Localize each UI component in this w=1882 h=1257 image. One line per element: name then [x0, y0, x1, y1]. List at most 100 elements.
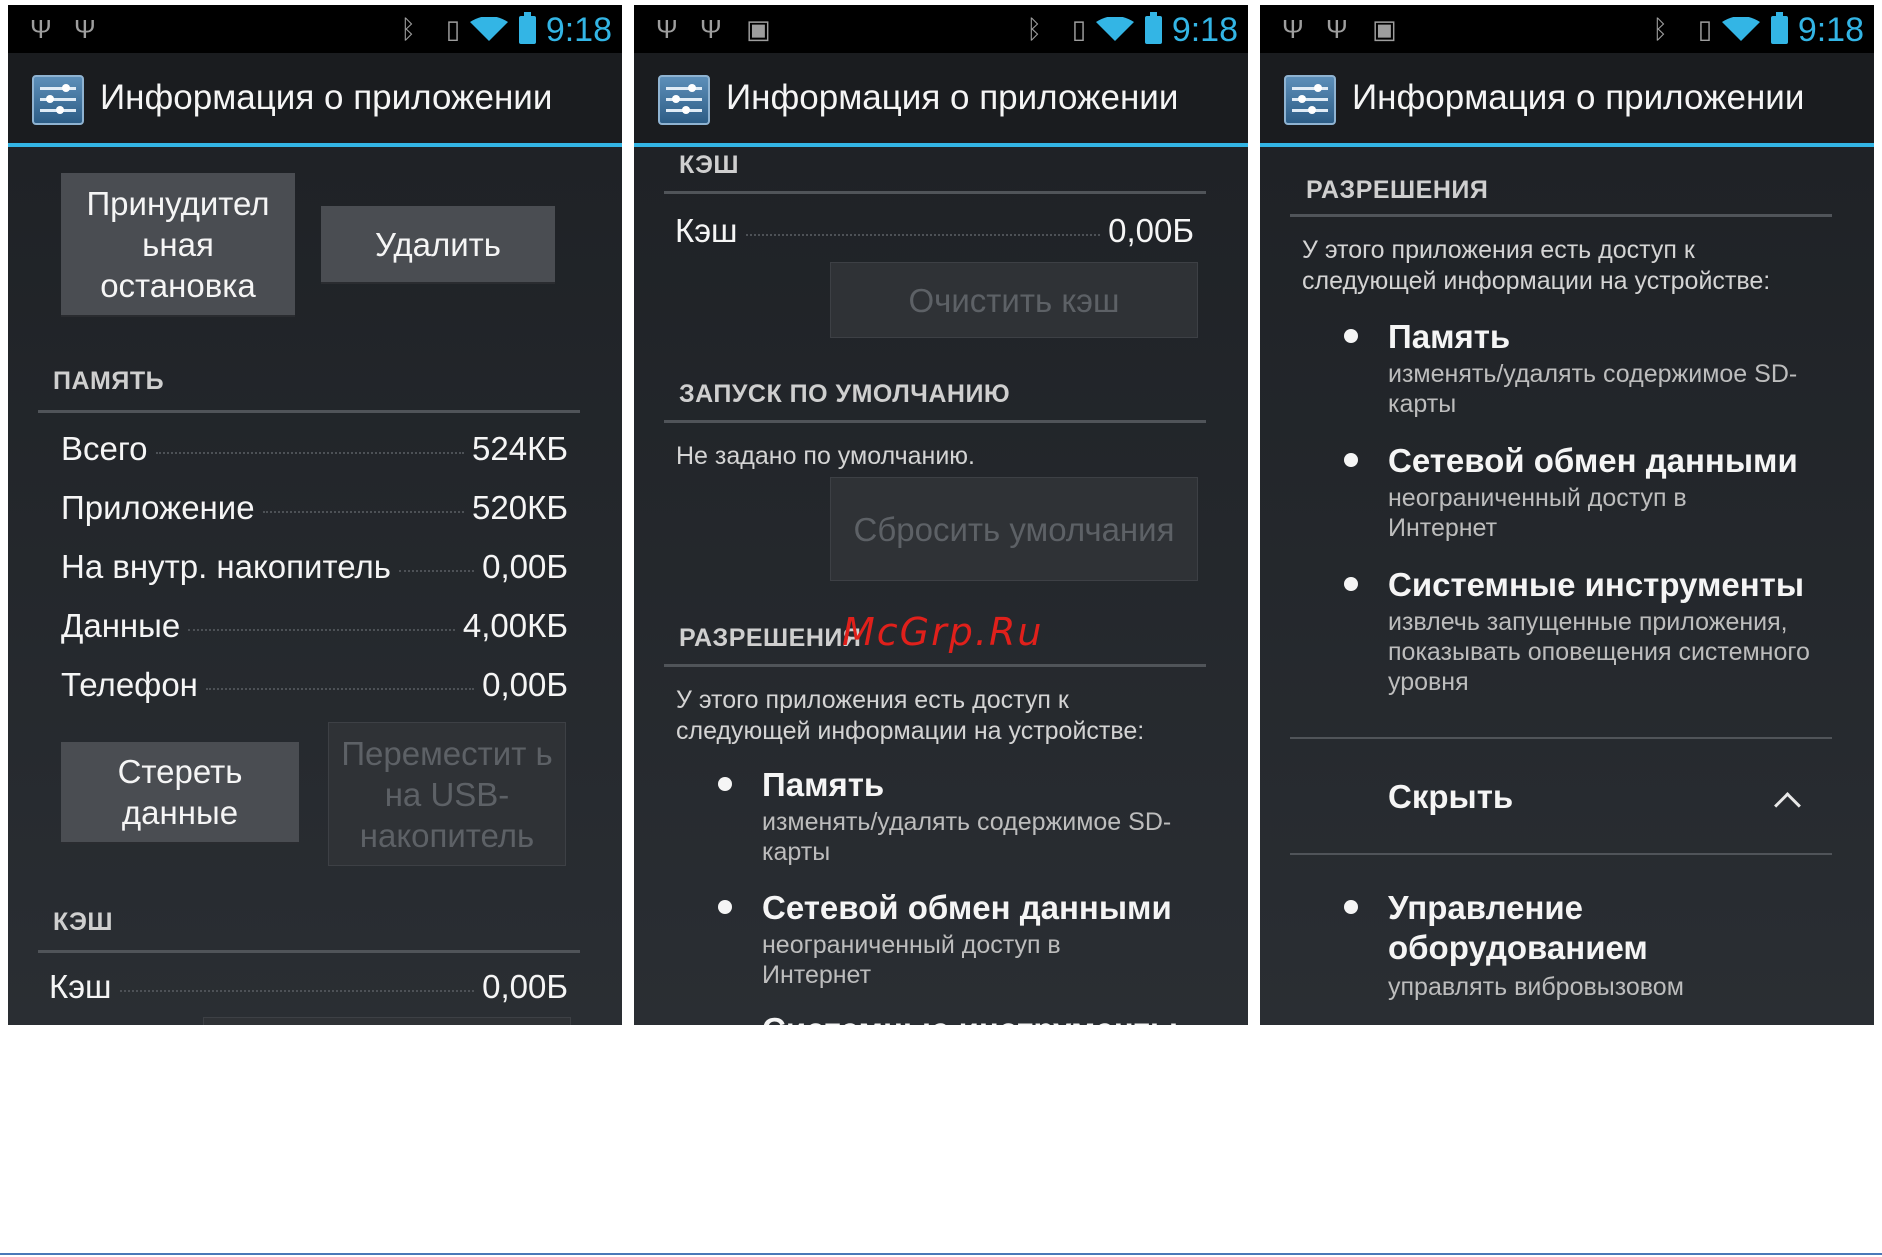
cache-row: Кэш 0,00Б	[49, 967, 568, 1007]
battery-icon	[1145, 12, 1162, 44]
clear-cache-button-partial[interactable]	[203, 1017, 571, 1025]
permissions-section-header: РАЗРЕШЕНИЯ	[679, 624, 862, 652]
action-bar: Информация о приложении	[1260, 53, 1874, 147]
battery-icon	[519, 12, 536, 44]
cache-section-header: КЭШ	[679, 151, 739, 179]
storage-row-app: Приложение 520КБ	[61, 488, 568, 528]
vibrate-icon: ▯	[445, 14, 460, 44]
clear-defaults-button[interactable]: Сбросить умолчания	[830, 477, 1198, 581]
force-stop-button[interactable]: Принудител ьная остановка	[61, 173, 295, 317]
settings-app-icon[interactable]	[32, 75, 84, 125]
wifi-icon	[470, 17, 508, 41]
row-value: 520КБ	[472, 489, 568, 526]
permission-desc: неограниченный доступ в Интернет	[1388, 484, 1687, 542]
bullet	[1344, 329, 1358, 343]
permission-title: Системные инструменты	[762, 1010, 1178, 1025]
settings-app-icon[interactable]	[1284, 75, 1336, 125]
page-title: Информация о приложении	[1352, 78, 1805, 117]
storage-row-data: Данные 4,00КБ	[61, 606, 568, 646]
permission-desc: управлять вибровызовом	[1388, 973, 1684, 1001]
chevron-up-icon	[1774, 792, 1801, 819]
permissions-intro: У этого приложения есть доступ к следующ…	[1302, 236, 1771, 295]
permission-desc: извлечь запущенные приложения, показыват…	[1388, 608, 1810, 696]
cache-section-header: КЭШ	[53, 908, 113, 936]
bullet	[1344, 453, 1358, 467]
section-divider	[664, 191, 1206, 194]
permission-title: Управление оборудованием	[1388, 889, 1648, 966]
battery-icon	[1771, 12, 1788, 44]
app-info-screen-3: Ψ Ψ ▣ ᛒ ▯ 9:18 Информация о приложении Р…	[1260, 5, 1874, 1025]
storage-row-internal: На внутр. накопитель 0,00Б	[61, 547, 568, 587]
row-value: 0,00Б	[1108, 212, 1194, 249]
section-divider	[664, 420, 1206, 423]
row-label: Всего	[61, 430, 148, 467]
status-bar: Ψ Ψ ▣ ᛒ ▯ 9:18	[1260, 5, 1874, 53]
usb-icon: Ψ	[1326, 14, 1348, 44]
row-label: Кэш	[675, 212, 738, 249]
section-divider	[1290, 737, 1832, 739]
permission-title: Память	[1388, 318, 1511, 355]
row-value: 524КБ	[472, 430, 568, 467]
row-value: 4,00КБ	[462, 607, 568, 644]
permission-title: Сетевой обмен данными	[1388, 442, 1798, 479]
section-divider	[38, 950, 580, 953]
storage-row-phone: Телефон 0,00Б	[61, 665, 568, 705]
bluetooth-icon: ᛒ	[1026, 14, 1042, 44]
section-divider	[664, 664, 1206, 667]
permission-desc: изменять/удалять содержимое SD-карты	[762, 808, 1172, 866]
row-label: Кэш	[49, 968, 112, 1005]
move-to-usb-button[interactable]: Переместит ь на USB- накопитель	[328, 722, 566, 866]
permission-item: Память изменять/удалять содержимое SD-ка…	[718, 765, 1218, 875]
permission-item: Память изменять/удалять содержимое SD-ка…	[1344, 317, 1844, 427]
permission-desc: неограниченный доступ в Интернет	[762, 931, 1061, 989]
bluetooth-icon: ᛒ	[1652, 14, 1668, 44]
section-divider	[1290, 214, 1832, 217]
row-label: Данные	[61, 607, 181, 644]
hide-permissions-toggle[interactable]: Скрыть	[1290, 740, 1832, 853]
bluetooth-icon: ᛒ	[400, 14, 416, 44]
permission-title: Сетевой обмен данными	[762, 889, 1172, 926]
hide-label: Скрыть	[1388, 778, 1514, 815]
status-bar: Ψ Ψ ▣ ᛒ ▯ 9:18	[634, 5, 1248, 53]
section-divider	[1290, 853, 1832, 855]
row-value: 0,00Б	[482, 968, 568, 1005]
uninstall-button[interactable]: Удалить	[321, 206, 555, 284]
usb-icon: Ψ	[30, 14, 52, 44]
permission-item: Системные инструменты извлечь запущенные…	[1344, 565, 1844, 705]
permission-item: Системные инструменты	[718, 1010, 1218, 1025]
action-bar: Информация о приложении	[8, 53, 622, 147]
page-title: Информация о приложении	[726, 78, 1179, 117]
status-bar: Ψ Ψ ᛒ ▯ 9:18	[8, 5, 622, 53]
usb-icon: Ψ	[656, 14, 678, 44]
bullet	[718, 777, 732, 791]
permission-title: Системные инструменты	[1388, 566, 1805, 603]
permissions-intro: У этого приложения есть доступ к следующ…	[676, 686, 1145, 745]
wifi-icon	[1096, 17, 1134, 41]
watermark: McGrp.Ru	[842, 610, 1044, 654]
permission-item: Сетевой обмен данными неограниченный дос…	[718, 888, 1218, 998]
row-label: На внутр. накопитель	[61, 548, 391, 585]
settings-app-icon[interactable]	[658, 75, 710, 125]
row-label: Телефон	[61, 666, 198, 703]
permission-title: Память	[762, 766, 885, 803]
clear-data-button[interactable]: Стереть данные	[61, 742, 299, 844]
action-bar: Информация о приложении	[634, 53, 1248, 147]
vibrate-icon: ▯	[1071, 14, 1086, 44]
usb-icon: Ψ	[1282, 14, 1304, 44]
permissions-section-header: РАЗРЕШЕНИЯ	[1306, 176, 1489, 204]
row-value: 0,00Б	[482, 548, 568, 585]
row-label: Приложение	[61, 489, 255, 526]
storage-row-total: Всего 524КБ	[61, 429, 568, 469]
app-info-screen-2: Ψ Ψ ▣ ᛒ ▯ 9:18 Информация о приложении К…	[634, 5, 1248, 1025]
image-icon: ▣	[1372, 14, 1397, 44]
section-divider	[38, 410, 580, 413]
bullet	[1344, 577, 1358, 591]
wifi-icon	[1722, 17, 1760, 41]
clear-cache-button[interactable]: Очистить кэш	[830, 262, 1198, 338]
page-title: Информация о приложении	[100, 78, 553, 117]
image-icon: ▣	[746, 14, 771, 44]
no-defaults-text: Не задано по умолчанию.	[676, 442, 975, 470]
permission-item: Управление оборудованием управлять вибро…	[1344, 888, 1844, 1018]
usb-icon: Ψ	[74, 14, 96, 44]
clock: 9:18	[545, 11, 612, 49]
